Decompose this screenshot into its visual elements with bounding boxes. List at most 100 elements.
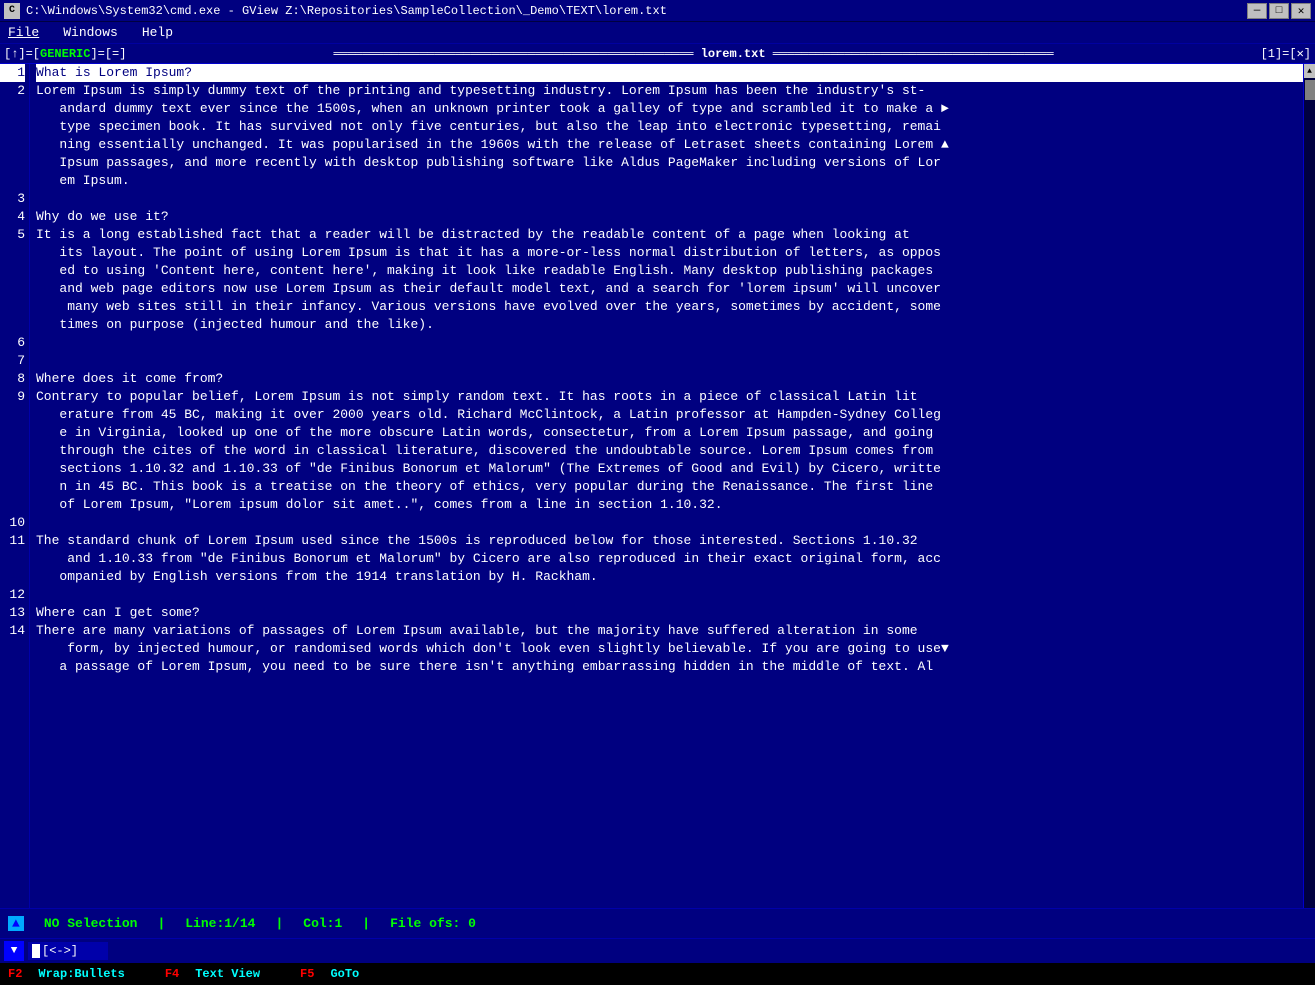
line-13: Where can I get some? [36, 604, 1303, 622]
window-controls[interactable]: — □ ✕ [1247, 3, 1311, 19]
menu-bar: File Windows Help [0, 22, 1315, 44]
scroll-up-button[interactable]: ▲ [1304, 64, 1315, 78]
tab-filename: lorem.txt [701, 47, 766, 61]
line-9-cont3: through the cites of the word in classic… [36, 442, 1303, 460]
line-2: Lorem Ipsum is simply dummy text of the … [36, 82, 1303, 100]
tab-bracket-mid: ]=[=] [90, 47, 126, 61]
line-num-8: 8 [0, 370, 25, 388]
status-bar: ▲ NO Selection | Line:1/14 | Col:1 | Fil… [0, 908, 1315, 938]
line-14-cont2: a passage of Lorem Ipsum, you need to be… [36, 658, 1303, 676]
menu-help[interactable]: Help [138, 23, 177, 42]
input-bar: ▼ [<->] [0, 938, 1315, 963]
line-num-10: 10 [0, 514, 25, 532]
line-2-cont2: type specimen book. It has survived not … [36, 118, 1303, 136]
line-status: Line:1/14 [185, 916, 255, 931]
scrollbar[interactable]: ▲ [1303, 64, 1315, 908]
line-4: Why do we use it? [36, 208, 1303, 226]
line-num-13: 13 [0, 604, 25, 622]
input-field[interactable]: [<->] [28, 942, 108, 960]
line-num-11-cont [0, 550, 25, 586]
text-cursor [32, 944, 40, 958]
line-5: It is a long established fact that a rea… [36, 226, 1303, 244]
tab-separator1: ════════════════════════════════════════… [333, 47, 700, 61]
f4-label: Text View [195, 967, 260, 981]
scroll-arrow-indicator: ▲ [8, 916, 24, 931]
line-5-cont2: ed to using 'Content here, content here'… [36, 262, 1303, 280]
line-numbers: 1 2 3 4 5 6 7 8 9 10 11 12 13 14 [0, 64, 30, 908]
line-num-12: 12 [0, 586, 25, 604]
menu-file[interactable]: File [4, 23, 43, 42]
line-12 [36, 586, 1303, 604]
selection-status: NO Selection [44, 916, 138, 931]
line-2-cont5: em Ipsum. [36, 172, 1303, 190]
title-bar-left: C C:\Windows\System32\cmd.exe - GView Z:… [4, 3, 667, 19]
minimize-button[interactable]: — [1247, 3, 1267, 19]
line-num-11: 11 [0, 532, 25, 550]
line-9: Contrary to popular belief, Lorem Ipsum … [36, 388, 1303, 406]
line-num-5: 5 [0, 226, 25, 244]
line-num-2-cont [0, 100, 25, 190]
line-num-9: 9 [0, 388, 25, 406]
line-9-cont6: of Lorem Ipsum, "Lorem ipsum dolor sit a… [36, 496, 1303, 514]
tab-separator2: ═══════════════════════════════════════ [773, 47, 1054, 61]
line-num-14: 14 [0, 622, 25, 640]
f5-key[interactable]: F5 [300, 967, 314, 981]
line-2-cont4: Ipsum passages, and more recently with d… [36, 154, 1303, 172]
line-num-2: 2 [0, 82, 25, 100]
line-9-cont4: sections 1.10.32 and 1.10.33 of "de Fini… [36, 460, 1303, 478]
line-num-5-cont [0, 244, 25, 334]
content-area: What is Lorem Ipsum? Lorem Ipsum is simp… [30, 64, 1303, 908]
line-2-cont1: andard dummy text ever since the 1500s, … [36, 100, 1303, 118]
line-9-cont2: e in Virginia, looked up one of the more… [36, 424, 1303, 442]
line-11: The standard chunk of Lorem Ipsum used s… [36, 532, 1303, 550]
line-14-cont1: form, by injected humour, or randomised … [36, 640, 1303, 658]
line-8: Where does it come from? [36, 370, 1303, 388]
line-num-1: 1 [0, 64, 25, 82]
f2-label: Wrap:Bullets [38, 967, 124, 981]
tab-generic-label: GENERIC [40, 47, 90, 61]
f5-label: GoTo [330, 967, 359, 981]
status-sep3: | [362, 916, 370, 931]
f4-key[interactable]: F4 [165, 967, 179, 981]
line-11-cont1: and 1.10.33 from "de Finibus Bonorum et … [36, 550, 1303, 568]
line-11-cont2: ompanied by English versions from the 19… [36, 568, 1303, 586]
tab-right: [1]=[✕] [1261, 46, 1311, 61]
line-10 [36, 514, 1303, 532]
line-6 [36, 334, 1303, 352]
line-9-cont5: n in 45 BC. This book is a treatise on t… [36, 478, 1303, 496]
line-num-4: 4 [0, 208, 25, 226]
tab-bar: [↑]=[ GENERIC ]=[=] ════════════════════… [0, 44, 1315, 64]
fkey-bar: F2 Wrap:Bullets F4 Text View F5 GoTo [0, 963, 1315, 985]
menu-windows[interactable]: Windows [59, 23, 122, 42]
line-7 [36, 352, 1303, 370]
close-button[interactable]: ✕ [1291, 3, 1311, 19]
line-14: There are many variations of passages of… [36, 622, 1303, 640]
line-2-cont3: ning essentially unchanged. It was popul… [36, 136, 1303, 154]
line-5-cont5: times on purpose (injected humour and th… [36, 316, 1303, 334]
line-5-cont3: and web page editors now use Lorem Ipsum… [36, 280, 1303, 298]
status-sep2: | [275, 916, 283, 931]
app-icon: C [4, 3, 20, 19]
line-5-cont1: its layout. The point of using Lorem Ips… [36, 244, 1303, 262]
tab-bracket-left: [↑]=[ [4, 47, 40, 61]
line-num-9-cont [0, 406, 25, 514]
cursor: W [36, 65, 44, 80]
line-9-cont1: erature from 45 BC, making it over 2000 … [36, 406, 1303, 424]
line-3 [36, 190, 1303, 208]
line-num-6: 6 [0, 334, 25, 352]
maximize-button[interactable]: □ [1269, 3, 1289, 19]
line-1: What is Lorem Ipsum? [36, 64, 1303, 82]
title-text: C:\Windows\System32\cmd.exe - GView Z:\R… [26, 4, 667, 18]
line-5-cont4: many web sites still in their infancy. V… [36, 298, 1303, 316]
line-num-7: 7 [0, 352, 25, 370]
editor: 1 2 3 4 5 6 7 8 9 10 11 12 13 14 What is… [0, 64, 1315, 908]
f2-key[interactable]: F2 [8, 967, 22, 981]
input-arrow: ▼ [4, 941, 24, 961]
fileofs-status: File ofs: 0 [390, 916, 476, 931]
line-num-3: 3 [0, 190, 25, 208]
col-status: Col:1 [303, 916, 342, 931]
title-bar: C C:\Windows\System32\cmd.exe - GView Z:… [0, 0, 1315, 22]
scroll-thumb[interactable] [1305, 80, 1315, 100]
status-sep1: | [157, 916, 165, 931]
tab-filename-area: ════════════════════════════════════════… [126, 47, 1260, 61]
